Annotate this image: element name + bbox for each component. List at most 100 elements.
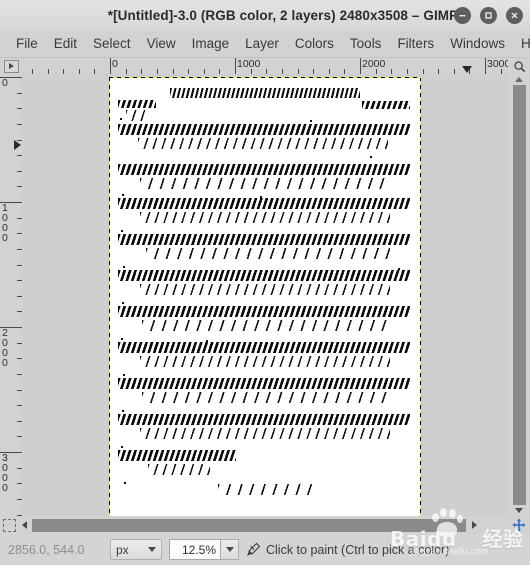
hruler-label: 1000 bbox=[237, 58, 261, 70]
vertical-ruler[interactable]: 0 1000 2000 3000 bbox=[0, 74, 22, 516]
ruler-menu-icon[interactable] bbox=[3, 59, 19, 73]
document-text-line bbox=[118, 414, 410, 425]
scroll-down-icon[interactable] bbox=[515, 508, 523, 513]
minimize-button[interactable] bbox=[454, 6, 471, 24]
hruler-position-marker bbox=[462, 66, 472, 73]
status-hint-text: Click to paint (Ctrl to pick a color) bbox=[266, 542, 450, 557]
document-text-line bbox=[118, 378, 410, 389]
maximize-button[interactable] bbox=[480, 6, 497, 24]
scroll-right-icon[interactable] bbox=[472, 521, 477, 529]
document-text-line bbox=[140, 356, 390, 367]
document-speck bbox=[286, 418, 288, 420]
close-button[interactable] bbox=[506, 6, 523, 24]
document-text-line bbox=[140, 212, 390, 223]
menu-tools[interactable]: Tools bbox=[342, 33, 390, 54]
document-text-line bbox=[142, 392, 390, 403]
document-text-line bbox=[362, 101, 410, 109]
document-text-line bbox=[170, 88, 360, 98]
document-text-line bbox=[138, 138, 388, 149]
vertical-scrollbar[interactable] bbox=[508, 74, 530, 516]
menu-filters[interactable]: Filters bbox=[389, 33, 442, 54]
document-speck bbox=[121, 446, 123, 448]
menu-bar: File Edit Select View Image Layer Colors… bbox=[0, 30, 530, 58]
vruler-label: 3000 bbox=[2, 452, 8, 494]
document-text-line bbox=[126, 110, 148, 121]
document-text-line bbox=[118, 124, 410, 135]
unit-selector[interactable]: px bbox=[110, 539, 162, 560]
menu-layer[interactable]: Layer bbox=[237, 33, 287, 54]
document-text-line bbox=[118, 198, 410, 209]
horizontal-scrollbar[interactable] bbox=[0, 516, 508, 534]
menu-edit[interactable]: Edit bbox=[46, 33, 85, 54]
image-canvas[interactable] bbox=[110, 78, 420, 516]
document-speck bbox=[123, 374, 125, 376]
scroll-up-icon[interactable] bbox=[515, 77, 523, 82]
vruler-label: 1000 bbox=[2, 202, 8, 244]
document-speck bbox=[260, 196, 262, 198]
menu-file[interactable]: File bbox=[8, 33, 46, 54]
window-title: *[Untitled]-3.0 (RGB color, 2 layers) 24… bbox=[107, 7, 459, 23]
zoom-value: 12.5% bbox=[181, 542, 216, 557]
zoom-input[interactable]: 12.5% bbox=[169, 539, 221, 560]
document-speck bbox=[122, 194, 124, 196]
gimp-window: *[Untitled]-3.0 (RGB color, 2 layers) 24… bbox=[0, 0, 530, 565]
pointer-position: 2856.0, 544.0 bbox=[8, 542, 85, 557]
chevron-down-icon bbox=[148, 547, 156, 552]
document-speck bbox=[121, 230, 123, 232]
document-speck bbox=[370, 156, 372, 158]
zoom-dropdown-button[interactable] bbox=[221, 539, 239, 560]
vruler-label: 0 bbox=[2, 77, 8, 89]
document-speck bbox=[124, 482, 126, 484]
document-speck bbox=[310, 120, 312, 122]
hruler-label: 0 bbox=[112, 58, 118, 70]
vruler-position-marker bbox=[14, 140, 21, 150]
paintbrush-icon bbox=[247, 542, 261, 556]
status-hint: Click to paint (Ctrl to pick a color) bbox=[245, 542, 449, 558]
status-bar: 2856.0, 544.0 px 12.5% Click to paint (C… bbox=[0, 534, 530, 565]
menu-select[interactable]: Select bbox=[85, 33, 139, 54]
menu-windows[interactable]: Windows bbox=[442, 33, 513, 54]
document-speck bbox=[123, 266, 125, 268]
menu-colors[interactable]: Colors bbox=[287, 33, 342, 54]
scanned-document-content bbox=[110, 78, 420, 516]
window-controls bbox=[454, 0, 523, 30]
hruler-label: 2000 bbox=[362, 58, 386, 70]
ruler-corner[interactable] bbox=[0, 58, 22, 74]
navigate-image-icon[interactable] bbox=[508, 516, 530, 534]
menu-help[interactable]: Help bbox=[513, 33, 530, 54]
document-speck bbox=[120, 118, 122, 120]
document-text-line bbox=[118, 164, 410, 175]
document-text-line bbox=[140, 284, 390, 295]
canvas-viewport[interactable] bbox=[22, 74, 508, 516]
document-text-line bbox=[118, 306, 410, 317]
vertical-scrollbar-thumb[interactable] bbox=[513, 85, 526, 505]
vruler-label: 2000 bbox=[2, 327, 8, 369]
quick-mask-icon[interactable] bbox=[3, 519, 16, 532]
document-text-line bbox=[118, 450, 236, 461]
document-text-line bbox=[146, 248, 390, 259]
document-text-line bbox=[218, 484, 316, 495]
document-text-line bbox=[142, 320, 390, 331]
zoom-image-icon[interactable] bbox=[508, 58, 530, 74]
hruler-label: 3000 bbox=[487, 58, 508, 70]
horizontal-ruler[interactable]: 0 1000 2000 3000 bbox=[22, 58, 508, 74]
document-speck bbox=[121, 338, 123, 340]
document-text-line bbox=[118, 342, 410, 353]
menu-image[interactable]: Image bbox=[184, 33, 238, 54]
document-speck bbox=[398, 268, 400, 270]
chevron-down-icon bbox=[225, 547, 234, 552]
document-speck bbox=[122, 302, 124, 304]
document-text-line bbox=[118, 270, 410, 281]
document-speck bbox=[206, 340, 208, 342]
menu-view[interactable]: View bbox=[139, 33, 184, 54]
document-text-line bbox=[118, 100, 156, 108]
unit-selector-value: px bbox=[116, 542, 129, 557]
document-text-line bbox=[140, 428, 390, 439]
document-speck bbox=[122, 410, 124, 412]
horizontal-scrollbar-thumb[interactable] bbox=[32, 519, 466, 532]
document-speck bbox=[346, 378, 348, 380]
scroll-left-icon[interactable] bbox=[22, 521, 27, 529]
document-text-line bbox=[148, 464, 210, 475]
document-text-line bbox=[118, 234, 410, 245]
title-bar: *[Untitled]-3.0 (RGB color, 2 layers) 24… bbox=[0, 0, 530, 31]
